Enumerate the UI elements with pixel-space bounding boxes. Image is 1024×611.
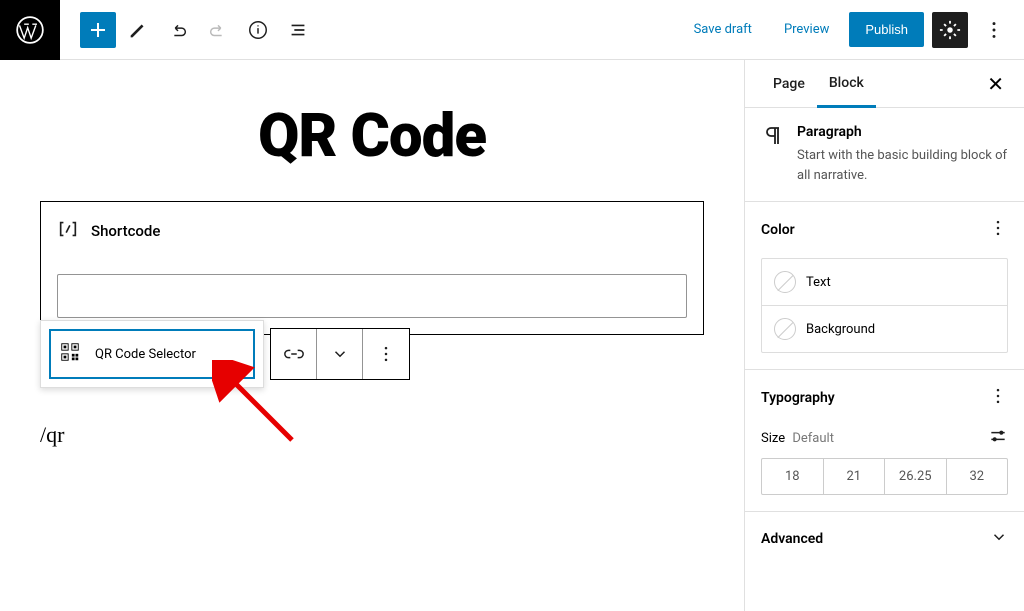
typography-options-button[interactable] xyxy=(988,386,1008,410)
toolbar-right: Save draft Preview Publish xyxy=(682,12,1024,48)
undo-button[interactable] xyxy=(160,12,196,48)
settings-sidebar: Page Block ✕ Paragraph Start with the ba… xyxy=(744,60,1024,611)
shortcode-label: Shortcode xyxy=(91,222,160,240)
redo-button[interactable] xyxy=(200,12,236,48)
publish-button[interactable]: Publish xyxy=(849,12,924,47)
shortcode-icon xyxy=(57,218,79,244)
chevron-down-icon xyxy=(990,528,1008,550)
size-preset-2[interactable]: 26.25 xyxy=(885,459,947,494)
settings-button[interactable] xyxy=(932,12,968,48)
shortcode-header: Shortcode xyxy=(57,218,687,244)
page-title[interactable]: QR Code xyxy=(0,100,744,171)
color-options-button[interactable] xyxy=(988,218,1008,242)
size-preset-1[interactable]: 21 xyxy=(824,459,886,494)
background-color-label: Background xyxy=(806,322,875,337)
outline-button[interactable] xyxy=(280,12,316,48)
size-default: Default xyxy=(792,431,834,446)
tab-block[interactable]: Block xyxy=(817,61,876,108)
text-color-button[interactable]: Text xyxy=(762,259,1007,306)
block-dropdown-button[interactable] xyxy=(317,329,363,379)
block-type-desc: Start with the basic building block of a… xyxy=(797,146,1008,185)
block-type-name: Paragraph xyxy=(797,124,1008,140)
block-toolbar xyxy=(270,328,410,380)
save-draft-button[interactable]: Save draft xyxy=(682,14,764,45)
size-presets: 18 21 26.25 32 xyxy=(761,458,1008,495)
block-suggestion-popup: QR Code Selector xyxy=(40,320,264,388)
slash-command-text[interactable]: /qr xyxy=(40,422,64,448)
suggestion-label: QR Code Selector xyxy=(95,347,196,362)
size-label: Size xyxy=(761,431,785,446)
block-link-button[interactable] xyxy=(271,329,317,379)
more-options-button[interactable] xyxy=(976,12,1012,48)
size-preset-3[interactable]: 32 xyxy=(947,459,1008,494)
paragraph-icon xyxy=(761,124,785,185)
typography-title: Typography xyxy=(761,390,835,406)
add-block-button[interactable] xyxy=(80,12,116,48)
size-custom-toggle[interactable] xyxy=(988,426,1008,450)
shortcode-block[interactable]: Shortcode xyxy=(40,201,704,335)
color-section-title: Color xyxy=(761,222,795,238)
toolbar-left xyxy=(60,12,316,48)
sidebar-tabs: Page Block ✕ xyxy=(745,60,1024,108)
advanced-title: Advanced xyxy=(761,531,823,547)
tab-page[interactable]: Page xyxy=(761,62,817,106)
edit-tools-button[interactable] xyxy=(120,12,156,48)
block-info-section: Paragraph Start with the basic building … xyxy=(745,108,1024,202)
preview-button[interactable]: Preview xyxy=(772,14,841,45)
qr-code-icon xyxy=(59,341,81,367)
main-area: QR Code Shortcode QR Code Selector xyxy=(0,60,1024,611)
size-preset-0[interactable]: 18 xyxy=(762,459,824,494)
background-color-button[interactable]: Background xyxy=(762,306,1007,352)
background-color-swatch xyxy=(774,318,796,340)
block-more-button[interactable] xyxy=(363,329,409,379)
typography-section: Typography Size Default 18 21 26.25 32 xyxy=(745,370,1024,512)
info-button[interactable] xyxy=(240,12,276,48)
text-color-swatch xyxy=(774,271,796,293)
shortcode-input[interactable] xyxy=(57,274,687,318)
editor-canvas: QR Code Shortcode QR Code Selector xyxy=(0,60,744,611)
suggestion-qr-code-selector[interactable]: QR Code Selector xyxy=(49,329,255,379)
color-section: Color Text Background xyxy=(745,202,1024,370)
top-toolbar: Save draft Preview Publish xyxy=(0,0,1024,60)
advanced-section-toggle[interactable]: Advanced xyxy=(745,512,1024,566)
wordpress-logo[interactable] xyxy=(0,0,60,60)
text-color-label: Text xyxy=(806,275,831,290)
close-sidebar-button[interactable]: ✕ xyxy=(983,72,1008,96)
